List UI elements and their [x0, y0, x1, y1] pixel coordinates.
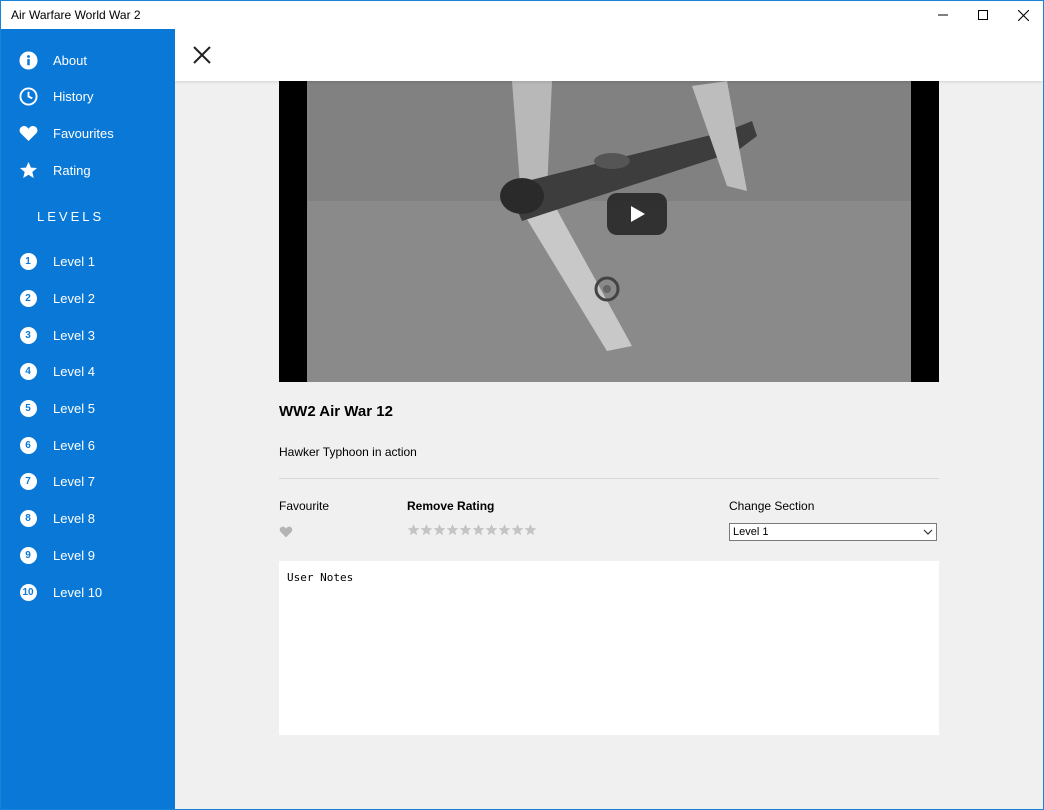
sidebar-item-label: Level 7	[53, 473, 95, 489]
sidebar-item-label: History	[53, 88, 94, 104]
sidebar-item-level-3[interactable]: 3 Level 3	[1, 317, 175, 353]
divider	[279, 478, 939, 479]
rating-star-icon[interactable]	[485, 523, 498, 537]
title-bar: Air Warfare World War 2	[1, 1, 1043, 29]
sidebar-item-level-4[interactable]: 4 Level 4	[1, 353, 175, 389]
close-pane-button[interactable]	[191, 44, 213, 66]
maximize-icon	[978, 10, 988, 20]
rating-star-icon[interactable]	[420, 523, 433, 537]
level-number-badge: 5	[19, 399, 37, 417]
sidebar-item-label: Level 9	[53, 547, 95, 563]
sidebar-item-label: Level 4	[53, 363, 95, 379]
change-section-label: Change Section	[729, 499, 815, 513]
main-content: WW2 Air War 12 Hawker Typhoon in action …	[175, 29, 1043, 809]
app-window: Air Warfare World War 2 About History Fa…	[0, 0, 1044, 810]
sidebar-item-rating[interactable]: Rating	[1, 152, 175, 188]
level-number-badge: 1	[19, 252, 37, 270]
level-number-badge: 8	[19, 509, 37, 527]
levels-heading: LEVELS	[37, 209, 105, 224]
rating-star-icon[interactable]	[524, 523, 537, 537]
minimize-button[interactable]	[923, 1, 963, 29]
sidebar: About History Favourites Rating LEVELS 1…	[1, 29, 175, 809]
video-thumbnail	[307, 81, 911, 382]
level-number-badge: 10	[19, 583, 37, 601]
sidebar-item-level-8[interactable]: 8 Level 8	[1, 500, 175, 536]
close-icon	[1017, 9, 1029, 21]
sidebar-item-level-1[interactable]: 1 Level 1	[1, 243, 175, 279]
section-select[interactable]: Level 1	[729, 523, 937, 541]
star-icon	[18, 160, 38, 180]
sidebar-item-level-2[interactable]: 2 Level 2	[1, 280, 175, 316]
level-number-badge: 4	[19, 362, 37, 380]
sidebar-item-label: Level 3	[53, 327, 95, 343]
sidebar-item-label: Level 1	[53, 253, 95, 269]
close-icon	[193, 46, 211, 64]
rating-star-icon[interactable]	[472, 523, 485, 537]
level-number-badge: 6	[19, 436, 37, 454]
rating-star-icon[interactable]	[498, 523, 511, 537]
rating-star-icon[interactable]	[459, 523, 472, 537]
sidebar-item-label: Level 6	[53, 437, 95, 453]
sidebar-item-level-10[interactable]: 10 Level 10	[1, 574, 175, 610]
play-button[interactable]	[607, 193, 667, 235]
clock-icon	[18, 86, 38, 106]
minimize-icon	[938, 14, 948, 16]
level-number-badge: 9	[19, 546, 37, 564]
sidebar-item-history[interactable]: History	[1, 78, 175, 114]
maximize-button[interactable]	[963, 1, 1003, 29]
level-number-badge: 3	[19, 326, 37, 344]
video-title: WW2 Air War 12	[279, 403, 393, 420]
sidebar-item-label: Favourites	[53, 125, 114, 141]
sidebar-item-label: Level 10	[53, 584, 103, 600]
rating-stars[interactable]	[407, 523, 537, 537]
sidebar-item-label: Level 8	[53, 510, 95, 526]
top-bar	[175, 29, 1043, 81]
sidebar-item-level-6[interactable]: 6 Level 6	[1, 427, 175, 463]
sidebar-item-label: Level 5	[53, 400, 95, 416]
rating-star-icon[interactable]	[407, 523, 420, 537]
sidebar-item-about[interactable]: About	[1, 42, 175, 78]
level-number-badge: 2	[19, 289, 37, 307]
level-number-badge: 7	[19, 472, 37, 490]
remove-rating-button[interactable]: Remove Rating	[407, 499, 494, 513]
close-window-button[interactable]	[1003, 1, 1043, 29]
rating-star-icon[interactable]	[511, 523, 524, 537]
video-player[interactable]	[279, 81, 939, 382]
sidebar-item-label: About	[53, 52, 87, 68]
video-description: Hawker Typhoon in action	[279, 445, 417, 459]
sidebar-item-label: Rating	[53, 162, 91, 178]
chevron-down-icon	[923, 529, 933, 535]
section-select-value: Level 1	[733, 526, 769, 538]
play-icon	[631, 206, 645, 222]
info-icon	[18, 50, 38, 70]
window-title: Air Warfare World War 2	[11, 8, 141, 22]
sidebar-item-level-5[interactable]: 5 Level 5	[1, 390, 175, 426]
heart-icon	[279, 526, 293, 538]
sidebar-item-level-7[interactable]: 7 Level 7	[1, 463, 175, 499]
rating-star-icon[interactable]	[433, 523, 446, 537]
heart-icon	[18, 123, 38, 143]
sidebar-item-level-9[interactable]: 9 Level 9	[1, 537, 175, 573]
sidebar-item-favourites[interactable]: Favourites	[1, 115, 175, 151]
user-notes-textarea[interactable]	[279, 561, 939, 735]
sidebar-item-label: Level 2	[53, 290, 95, 306]
rating-star-icon[interactable]	[446, 523, 459, 537]
favourite-toggle[interactable]	[279, 525, 293, 538]
favourite-label: Favourite	[279, 499, 330, 513]
